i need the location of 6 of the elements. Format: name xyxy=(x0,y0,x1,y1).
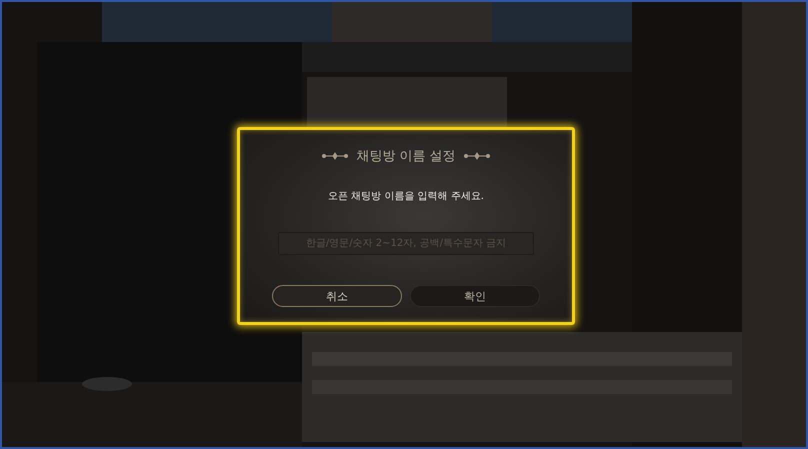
dialog-message: 오픈 채팅방 이름을 입력해 주세요. xyxy=(328,190,484,203)
dialog-title: 채팅방 이름 설정 xyxy=(356,148,456,165)
ornament-icon xyxy=(322,152,348,160)
ornament-icon xyxy=(464,152,490,160)
cancel-button[interactable]: 취소 xyxy=(272,285,402,307)
confirm-button[interactable]: 확인 xyxy=(410,285,540,307)
